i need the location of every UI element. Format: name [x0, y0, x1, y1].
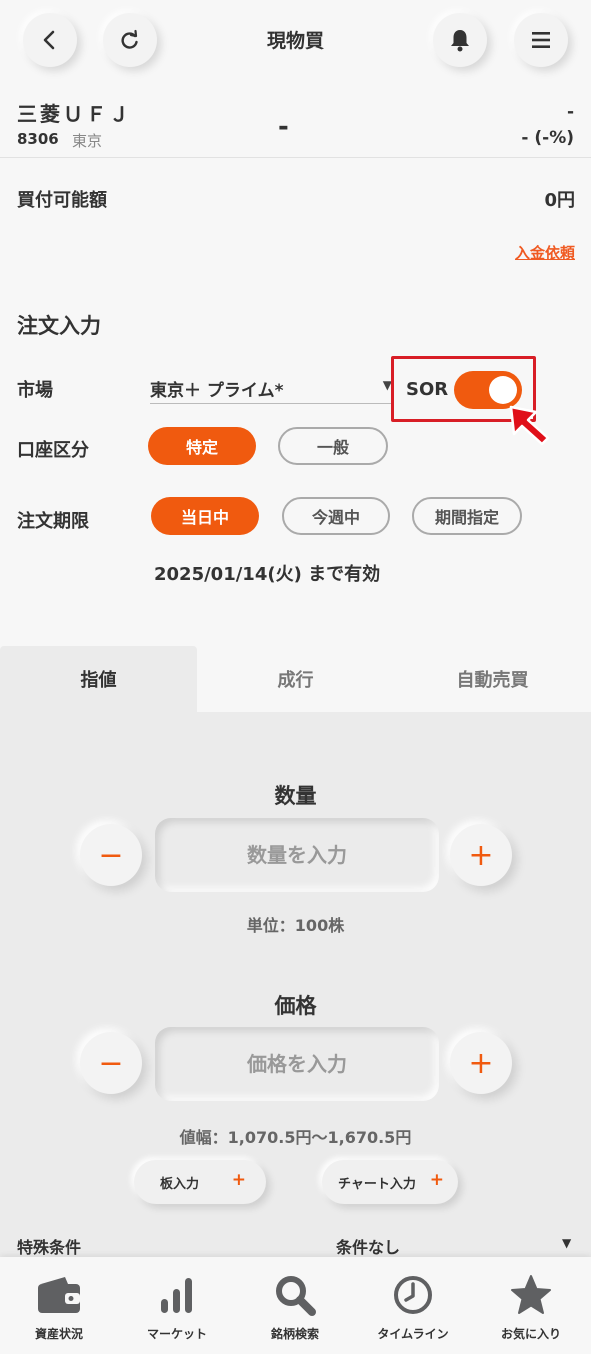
stock-code: 8306: [17, 130, 59, 148]
stock-change-percent: - (-%): [521, 128, 574, 148]
term-label: 注文期限: [17, 511, 89, 532]
board-input-button[interactable]: 板入力 +: [134, 1160, 266, 1204]
buying-power-value: 0円: [544, 190, 575, 211]
price-field: [155, 1027, 439, 1101]
price-input[interactable]: [155, 1027, 439, 1101]
star-icon: [472, 1271, 590, 1319]
pointer-arrow-icon: [509, 405, 550, 446]
nav-favorites-label: お気に入り: [500, 1327, 561, 1341]
term-option-today[interactable]: 当日中: [151, 497, 259, 535]
refresh-icon: [121, 29, 138, 49]
order-type-tabs: 指値 成行 自動売買: [0, 646, 591, 712]
nav-assets[interactable]: 資産状況: [0, 1257, 118, 1354]
term-option-period[interactable]: 期間指定: [412, 497, 522, 535]
quantity-plus-button[interactable]: +: [450, 824, 512, 886]
nav-assets-label: 資産状況: [34, 1327, 83, 1341]
bottom-navigation: 資産状況 マーケット 銘柄検索 タイムライン お気に入り: [0, 1257, 591, 1354]
tab-market[interactable]: 成行: [197, 646, 394, 712]
nav-favorites[interactable]: お気に入り: [472, 1257, 590, 1354]
bar-chart-icon: [118, 1271, 236, 1319]
chart-input-label: チャート入力: [338, 1176, 416, 1192]
market-label: 市場: [17, 380, 53, 401]
chart-input-button[interactable]: チャート入力 +: [322, 1160, 458, 1204]
nav-market-label: マーケット: [146, 1327, 207, 1341]
account-option-tokutei[interactable]: 特定: [148, 427, 256, 465]
nav-timeline-label: タイムライン: [377, 1327, 449, 1341]
plus-icon: +: [429, 1170, 444, 1190]
buying-power-label: 買付可能額: [17, 190, 107, 211]
deposit-request-link[interactable]: 入金依頼: [515, 242, 575, 263]
wallet-icon: [0, 1271, 118, 1319]
term-option-this-week[interactable]: 今週中: [282, 497, 390, 535]
order-form-panel: 数量 − + 単位：100株 価格 − + 値幅：1,070.5円～1,670.…: [0, 712, 591, 1258]
chevron-left-icon: [43, 30, 55, 50]
quantity-minus-button[interactable]: −: [80, 824, 142, 886]
bell-icon: [451, 30, 469, 52]
account-label: 口座区分: [17, 440, 89, 461]
menu-button[interactable]: [514, 13, 568, 67]
tab-limit[interactable]: 指値: [0, 646, 197, 712]
stock-market: 東京: [72, 132, 103, 150]
toggle-knob: [489, 376, 517, 404]
account-option-ippan[interactable]: 一般: [278, 427, 388, 465]
back-button[interactable]: [23, 13, 77, 67]
special-condition-label: 特殊条件: [17, 1238, 82, 1257]
price-title: 価格: [274, 994, 317, 1018]
nav-timeline[interactable]: タイムライン: [354, 1257, 472, 1354]
quantity-title: 数量: [274, 784, 317, 808]
price-range-hint: 値幅：1,070.5円～1,670.5円: [179, 1128, 412, 1147]
quantity-unit-hint: 単位：100株: [246, 916, 345, 935]
notification-button[interactable]: [433, 13, 487, 67]
refresh-button[interactable]: [103, 13, 157, 67]
price-minus-button[interactable]: −: [80, 1032, 142, 1094]
quantity-field: [155, 818, 439, 892]
menu-icon: [532, 32, 550, 48]
market-select[interactable]: 東京＋ プライム* ▼: [150, 374, 392, 404]
plus-icon: +: [231, 1170, 246, 1190]
price-plus-button[interactable]: +: [450, 1032, 512, 1094]
clock-icon: [354, 1271, 472, 1319]
nav-market[interactable]: マーケット: [118, 1257, 236, 1354]
valid-until-text: 2025/01/14(火) まで有効: [154, 564, 381, 585]
stock-change: -: [566, 102, 574, 122]
stock-price: -: [278, 112, 289, 142]
caret-down-icon: ▼: [562, 1236, 572, 1250]
search-icon: [236, 1271, 354, 1319]
page-title: 現物買: [266, 30, 324, 52]
order-input-title: 注文入力: [17, 314, 101, 338]
market-value: 東京＋ プライム*: [150, 381, 284, 401]
nav-search[interactable]: 銘柄検索: [236, 1257, 354, 1354]
nav-search-label: 銘柄検索: [270, 1327, 319, 1341]
sor-label: SOR: [406, 379, 449, 400]
special-condition-select[interactable]: 条件なし: [336, 1234, 400, 1258]
tab-auto-trade[interactable]: 自動売買: [394, 646, 591, 712]
board-input-label: 板入力: [160, 1176, 200, 1192]
app-header: 現物買: [0, 0, 591, 82]
quantity-input[interactable]: [155, 818, 439, 892]
stock-info: 三菱ＵＦＪ 8306 東京 - - - (-%): [0, 96, 591, 158]
stock-name: 三菱ＵＦＪ: [17, 102, 132, 126]
